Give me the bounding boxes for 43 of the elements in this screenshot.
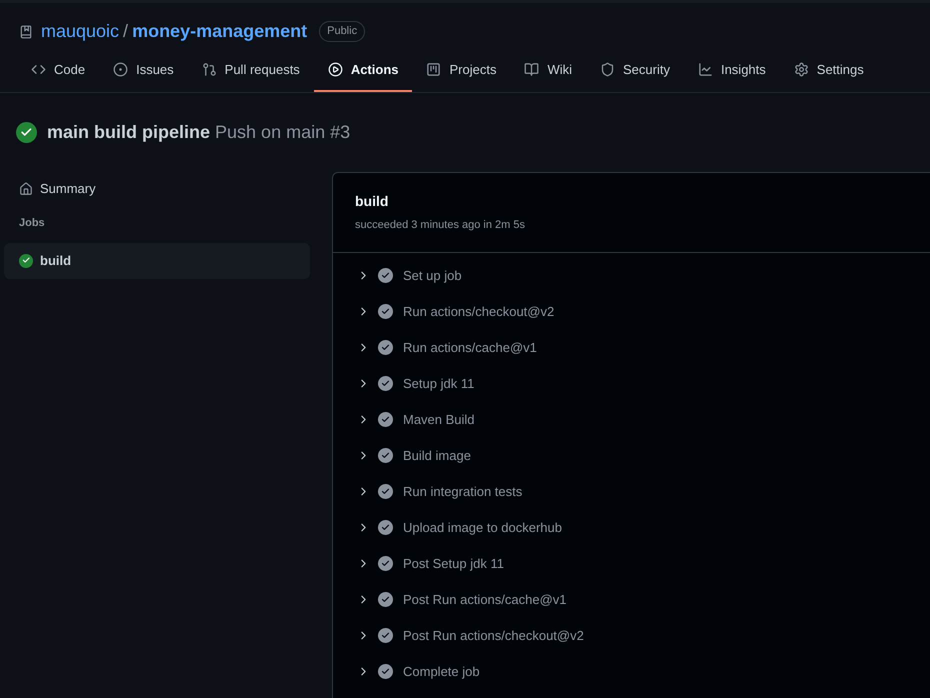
step-name: Upload image to dockerhub — [403, 518, 562, 537]
step-name: Run actions/cache@v1 — [403, 338, 537, 357]
nav-tab[interactable]: Actions — [314, 49, 412, 92]
step-name: Maven Build — [403, 410, 475, 429]
step-row[interactable]: Complete job — [333, 654, 930, 690]
step-row[interactable]: Post Run actions/checkout@v2 — [333, 618, 930, 654]
step-name: Run actions/checkout@v2 — [403, 302, 554, 321]
owner-link[interactable]: mauquoic — [41, 18, 120, 45]
nav-tab[interactable]: Wiki — [510, 49, 586, 92]
step-name: Post Run actions/cache@v1 — [403, 590, 567, 609]
repo-link[interactable]: money-management — [132, 18, 308, 45]
visibility-label: Public — [319, 21, 366, 42]
nav-tab[interactable]: Insights — [684, 49, 780, 92]
step-row[interactable]: Upload image to dockerhub — [333, 510, 930, 546]
nav-tab[interactable]: Security — [586, 49, 684, 92]
step-name: Build image — [403, 446, 471, 465]
step-row[interactable]: Setup jdk 11 — [333, 366, 930, 402]
job-title: build — [355, 192, 390, 211]
step-name: Post Setup jdk 11 — [403, 554, 504, 573]
step-name: Set up job — [403, 266, 462, 285]
path-separator: / — [123, 20, 128, 43]
step-row[interactable]: Run actions/checkout@v2 — [333, 294, 930, 330]
step-row[interactable]: Maven Build — [333, 402, 930, 438]
step-name: Run integration tests — [403, 482, 522, 501]
nav-tab[interactable]: Projects — [412, 49, 510, 92]
step-name: Setup jdk 11 — [403, 374, 474, 393]
summary-link[interactable]: Summary — [4, 172, 310, 206]
step-name: Complete job — [403, 662, 480, 681]
jobs-heading: Jobs — [18, 216, 46, 231]
nav-tab[interactable]: Pull requests — [188, 49, 314, 92]
step-row[interactable]: Run integration tests — [333, 474, 930, 510]
step-name: Post Run actions/checkout@v2 — [403, 626, 584, 645]
nav-tab[interactable]: Issues — [99, 49, 188, 92]
job-status: succeeded 3 minutes ago in 2m 5s — [355, 218, 526, 233]
step-row[interactable]: Set up job — [333, 258, 930, 294]
job-item[interactable]: build — [4, 242, 310, 278]
nav-tab[interactable]: Settings — [780, 49, 878, 92]
run-title: main build pipeline Push on main #3 — [47, 121, 350, 144]
step-row[interactable]: Post Run actions/cache@v1 — [333, 582, 930, 618]
step-row[interactable]: Post Setup jdk 11 — [333, 546, 930, 582]
step-row[interactable]: Build image — [333, 438, 930, 474]
step-row[interactable]: Run actions/cache@v1 — [333, 330, 930, 366]
nav-tab[interactable]: Code — [17, 49, 100, 92]
